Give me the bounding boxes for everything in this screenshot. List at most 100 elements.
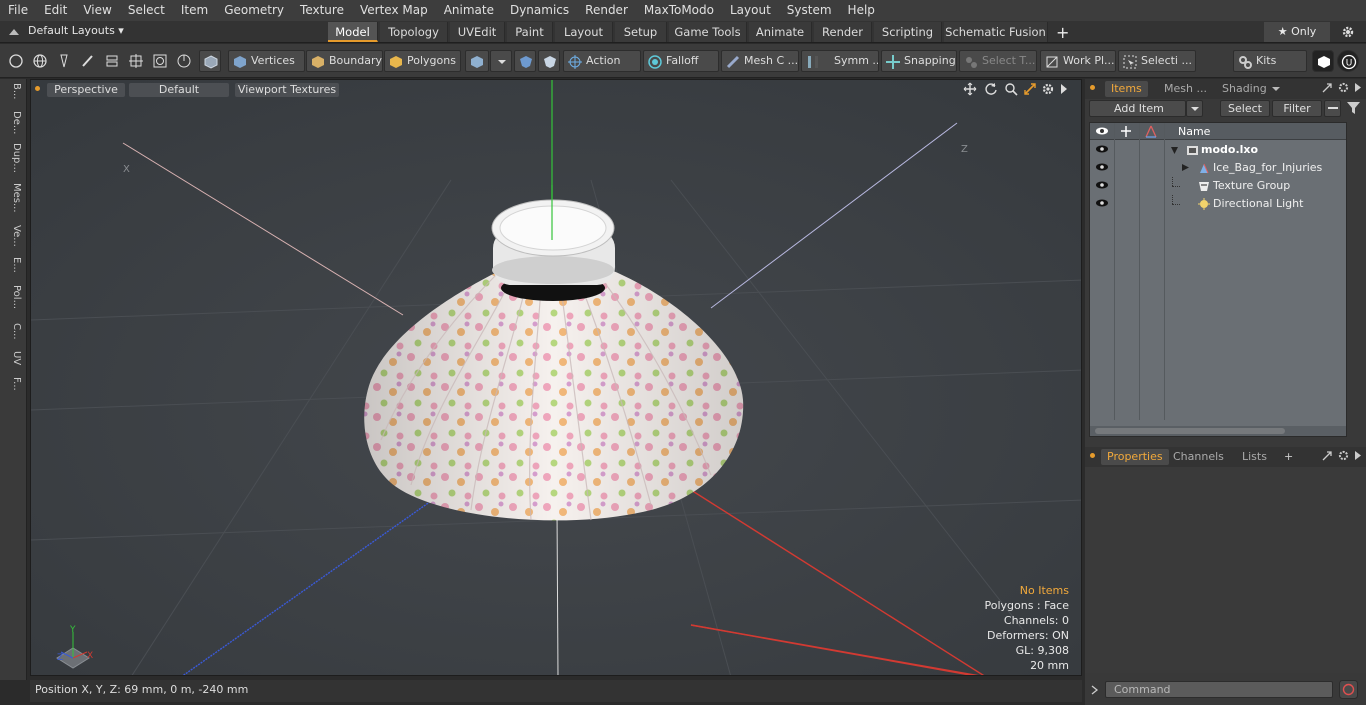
funnel-icon[interactable] xyxy=(1346,101,1361,115)
panel-gear-icon[interactable] xyxy=(1337,81,1350,94)
tabs-dropdown-icon[interactable] xyxy=(1271,84,1281,94)
kits-button[interactable]: Kits xyxy=(1233,50,1307,72)
add-item-button[interactable]: Add Item xyxy=(1089,100,1186,117)
menu-file[interactable]: File xyxy=(0,0,36,21)
mode-dropdown[interactable] xyxy=(490,50,512,72)
selection-sets-button[interactable]: Selecti ... xyxy=(1118,50,1196,72)
add-item-dropdown[interactable] xyxy=(1186,100,1203,117)
default-shading-tab[interactable]: Default xyxy=(129,83,229,97)
mesh-constraint-button[interactable]: Mesh C ... xyxy=(721,50,799,72)
viewport-menu-dot[interactable] xyxy=(35,86,40,91)
record-icon[interactable] xyxy=(1339,680,1358,699)
panel-expand-icon[interactable] xyxy=(1321,82,1333,94)
menu-edit[interactable]: Edit xyxy=(36,0,75,21)
gear-icon[interactable] xyxy=(1341,25,1355,39)
menu-render[interactable]: Render xyxy=(577,0,636,21)
globe-button[interactable] xyxy=(29,50,51,72)
side-tab-4[interactable]: Ve... xyxy=(4,225,22,247)
polygons-button[interactable]: Polygons xyxy=(384,50,461,72)
side-tab-2[interactable]: Dup... xyxy=(4,143,22,173)
pen-button[interactable] xyxy=(53,50,75,72)
menu-texture[interactable]: Texture xyxy=(292,0,352,21)
side-tab-7[interactable]: C... xyxy=(4,323,22,340)
rotate-view-icon[interactable] xyxy=(984,82,998,96)
side-tab-3[interactable]: Mes... xyxy=(4,183,22,213)
tab-mesh[interactable]: Mesh ... xyxy=(1164,81,1207,97)
only-button[interactable]: ★ Only xyxy=(1264,22,1330,42)
item-mode-button[interactable] xyxy=(199,50,221,72)
select-button[interactable]: Select xyxy=(1220,100,1270,117)
vertices-button[interactable]: Vertices xyxy=(228,50,305,72)
snapping-button[interactable]: Snapping xyxy=(881,50,957,72)
symmetry-button[interactable]: Symm ... xyxy=(801,50,879,72)
action-center-button[interactable]: Action xyxy=(563,50,641,72)
tab-channels[interactable]: Channels xyxy=(1173,449,1224,465)
item-list-scrollbar[interactable] xyxy=(1090,426,1346,436)
viewport-textures-tab[interactable]: Viewport Textures xyxy=(235,83,339,97)
tree-row[interactable]: Directional Light xyxy=(1090,195,1346,213)
filter-button[interactable]: Filter xyxy=(1272,100,1322,117)
properties-menu-dot[interactable] xyxy=(1090,453,1095,458)
items-menu-dot[interactable] xyxy=(1090,85,1095,90)
item-list[interactable]: Name modo.lxo Ice_Bag_for_Injuries Texture… xyxy=(1089,122,1347,437)
side-tab-5[interactable]: E... xyxy=(4,257,22,273)
select-circle-button[interactable] xyxy=(5,50,27,72)
menu-maxtomodo[interactable]: MaxToModo xyxy=(636,0,722,21)
move-view-icon[interactable] xyxy=(963,82,977,96)
menu-system[interactable]: System xyxy=(779,0,840,21)
brush-button[interactable] xyxy=(77,50,99,72)
menu-animate[interactable]: Animate xyxy=(436,0,502,21)
tab-layout[interactable]: Layout xyxy=(555,22,613,42)
menu-layout[interactable]: Layout xyxy=(722,0,779,21)
panel-arrow-icon[interactable] xyxy=(1354,82,1363,93)
menu-view[interactable]: View xyxy=(75,0,119,21)
perspective-tab[interactable]: Perspective xyxy=(47,83,125,97)
maximize-view-icon[interactable] xyxy=(1023,82,1037,96)
side-tab-1[interactable]: De... xyxy=(4,111,22,134)
visibility-eye-icon[interactable] xyxy=(1095,162,1109,172)
symmetry-x-button[interactable] xyxy=(514,50,536,72)
tab-scripting[interactable]: Scripting xyxy=(874,22,942,42)
tab-game-tools[interactable]: Game Tools xyxy=(669,22,747,42)
add-tab-button[interactable]: + xyxy=(1056,23,1069,42)
properties-gear-icon[interactable] xyxy=(1337,449,1350,462)
menu-help[interactable]: Help xyxy=(840,0,883,21)
element-button[interactable] xyxy=(149,50,171,72)
side-tab-6[interactable]: Pol... xyxy=(4,285,22,309)
viewport-gear-icon[interactable] xyxy=(1041,82,1055,96)
menu-vertex-map[interactable]: Vertex Map xyxy=(352,0,436,21)
tree-row[interactable]: Ice_Bag_for_Injuries xyxy=(1090,159,1346,177)
tab-lists[interactable]: Lists xyxy=(1242,449,1267,465)
layout-home-icon[interactable] xyxy=(8,26,20,38)
zoom-view-icon[interactable] xyxy=(1004,82,1018,96)
add-properties-tab[interactable]: + xyxy=(1284,449,1293,465)
work-plane-button[interactable]: Work Pl... xyxy=(1040,50,1116,72)
layout-dropdown[interactable]: Default Layouts ▾ xyxy=(28,24,124,40)
tab-model[interactable]: Model xyxy=(328,22,378,42)
properties-expand-icon[interactable] xyxy=(1321,450,1333,462)
tab-items[interactable]: Items xyxy=(1105,81,1148,97)
tab-animate[interactable]: Animate xyxy=(749,22,812,42)
material-mode-button[interactable] xyxy=(465,50,489,72)
falloff-button[interactable]: Falloff xyxy=(643,50,719,72)
collapse-triangle-icon[interactable] xyxy=(1181,163,1190,172)
tab-uvedit[interactable]: UVEdit xyxy=(450,22,505,42)
3d-viewport[interactable]: X Z Y X Z Perspective Default Viewport T… xyxy=(30,79,1082,676)
side-tab-9[interactable]: F... xyxy=(4,377,22,391)
tab-paint[interactable]: Paint xyxy=(507,22,553,42)
collapse-button[interactable] xyxy=(1324,100,1341,117)
pie-button[interactable] xyxy=(173,50,195,72)
symmetry-y-button[interactable] xyxy=(538,50,560,72)
side-tab-8[interactable]: UV xyxy=(4,351,22,365)
align-button[interactable] xyxy=(101,50,123,72)
tree-row[interactable]: modo.lxo xyxy=(1090,141,1346,159)
command-input[interactable]: Command xyxy=(1105,681,1333,698)
menu-dynamics[interactable]: Dynamics xyxy=(502,0,577,21)
menu-item[interactable]: Item xyxy=(173,0,216,21)
visibility-eye-icon[interactable] xyxy=(1095,180,1109,190)
properties-arrow-icon[interactable] xyxy=(1354,450,1363,461)
tab-shading[interactable]: Shading xyxy=(1222,81,1267,97)
menu-select[interactable]: Select xyxy=(120,0,173,21)
viewport-expand-arrow-icon[interactable] xyxy=(1059,83,1069,95)
visibility-eye-icon[interactable] xyxy=(1095,144,1109,154)
